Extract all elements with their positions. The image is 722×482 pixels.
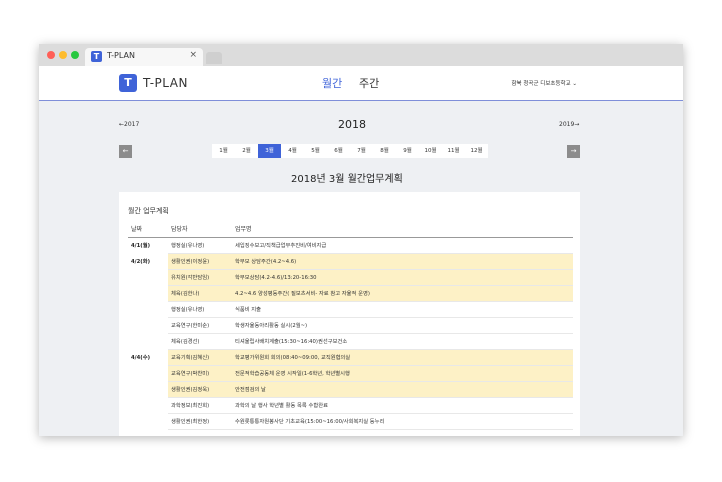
cell-person: 생활인권(최한정) xyxy=(168,413,232,430)
cell-task[interactable]: 수원롯통통자원봉사단 기초교육(15:00~16:00/사회복지실 등누리 xyxy=(232,413,573,430)
browser-titlebar: T T-PLAN × xyxy=(39,44,683,66)
cell-date xyxy=(128,269,168,285)
cell-person: 교육연구(한미순) xyxy=(168,317,232,334)
cell-task[interactable]: 학부모 상담주간(4.2~4.6) xyxy=(232,253,573,270)
table-header-row: 날짜 담당자 업무명 xyxy=(128,221,573,238)
month-button-4[interactable]: 4월 xyxy=(281,144,304,158)
month-button-2[interactable]: 2월 xyxy=(235,144,258,158)
table-row: 과학정보(최진희) 과학의 날 행사 학년별 활동 목록 수합완료 xyxy=(128,397,573,414)
app-header: T T-PLAN 월간 주간 함북 청곡군 디보초등학교 ⌄ xyxy=(39,66,683,101)
tab-close-icon[interactable]: × xyxy=(189,50,197,60)
new-tab-button[interactable] xyxy=(206,52,222,64)
plan-table: 날짜 담당자 업무명 4/1(월) 행정실(유나영) 세입징수보고/직책급업무추진비… xyxy=(128,221,573,430)
app-title[interactable]: T-PLAN xyxy=(143,76,188,90)
cell-task[interactable]: 학생자율동아리활동 실시(2월~) xyxy=(232,317,573,334)
plan-title: 2018년 3월 월간업무계획 xyxy=(291,174,403,185)
cell-task[interactable]: 전문적학습공동체 운영 시작일(1-6학년, 학년별시행 xyxy=(232,365,573,382)
cell-task[interactable]: 학부모상담(4.2-4.6)/13:20-16:30 xyxy=(232,269,573,286)
column-header-person: 담당자 xyxy=(168,221,232,238)
month-button-3[interactable]: 3월 xyxy=(258,144,281,158)
arrow-left-icon: ← xyxy=(122,147,129,155)
column-header-task: 업무명 xyxy=(232,221,573,238)
column-header-date: 날짜 xyxy=(128,221,168,238)
cell-task[interactable]: 식품비 지출 xyxy=(232,301,573,318)
nav-weekly[interactable]: 주간 xyxy=(359,75,379,91)
table-row: 생활인권(김정욱) 안전점검의 날 xyxy=(128,381,573,398)
nav-monthly[interactable]: 월간 xyxy=(322,75,342,91)
cell-person: 체육(김한나) xyxy=(168,285,232,302)
panel-heading: 월간 업무계획 xyxy=(128,207,169,215)
cell-date xyxy=(128,381,168,397)
cell-date: 4/1(월) xyxy=(131,243,151,250)
table-row: 행정실(유나영) 식품비 지출 xyxy=(128,301,573,318)
month-selector: 1월 2월 3월 4월 5월 6월 7월 8월 9월 10월 11월 12월 xyxy=(212,144,488,158)
month-button-5[interactable]: 5월 xyxy=(304,144,327,158)
cell-person: 행정실(유나영) xyxy=(168,301,232,318)
cell-person: 교육기획(김혜신) xyxy=(168,349,232,366)
cell-person: 유치원(각반담임) xyxy=(168,269,232,286)
cell-date: 4/4(수) xyxy=(131,355,151,361)
cell-person: 생활인권(김정욱) xyxy=(168,381,232,398)
year-title: 2018 xyxy=(338,118,366,131)
table-row: 유치원(각반담임) 학부모상담(4.2-4.6)/13:20-16:30 xyxy=(128,269,573,286)
table-row: 체육(김한나) 4.2~4.6 양성평등주간( 질보츠서비- 자료 참고 자율적 … xyxy=(128,285,573,302)
cell-task[interactable]: 안전점검의 날 xyxy=(232,381,573,398)
tplan-favicon-icon: T xyxy=(91,51,102,62)
cell-date xyxy=(128,333,168,349)
cell-person: 생활인권(이정윤) xyxy=(168,253,232,270)
cell-task[interactable]: 4.2~4.6 양성평등주간( 질보츠서비- 자료 참고 자율적 운영) xyxy=(232,285,573,302)
next-month-button[interactable]: → xyxy=(567,145,580,158)
cell-person: 과학정보(최진희) xyxy=(168,397,232,414)
prev-month-button[interactable]: ← xyxy=(119,145,132,158)
cell-date xyxy=(128,397,168,413)
cell-date xyxy=(128,285,168,301)
table-row: 교육연구(박찬미) 전문적학습공동체 운영 시작일(1-6학년, 학년별시행 xyxy=(128,365,573,382)
arrow-right-icon: → xyxy=(570,147,577,155)
main-content: ←2017 2018 2019→ ← 1월 2월 3월 4월 5월 6월 7월 8월 9월 10월… xyxy=(39,102,683,436)
month-button-9[interactable]: 9월 xyxy=(396,144,419,158)
month-button-11[interactable]: 11월 xyxy=(442,144,465,158)
cell-task[interactable]: 과학의 날 행사 학년별 활동 목록 수합완료 xyxy=(232,397,573,414)
school-selector[interactable]: 함북 청곡군 디보초등학교 ⌄ xyxy=(511,79,577,87)
plan-panel: 월간 업무계획 날짜 담당자 업무명 4/1(월) 행정실(유나영) 세입징수보고/… xyxy=(119,192,580,436)
month-button-10[interactable]: 10월 xyxy=(419,144,442,158)
table-row: 4/4(수) 교육기획(김혜신) 학교평가위원회 회의(08:40~09:00, 교… xyxy=(128,349,573,366)
cell-person: 체육(김경선) xyxy=(168,333,232,350)
cell-task[interactable]: 티셔울립사배치계출(15:30~16:40)권선구보건소 xyxy=(232,333,573,350)
table-row: 생활인권(최한정) 수원롯통통자원봉사단 기초교육(15:00~16:00/사회복… xyxy=(128,413,573,430)
table-row: 4/2(화) 생활인권(이정윤) 학부모 상담주간(4.2~4.6) xyxy=(128,253,573,270)
month-button-12[interactable]: 12월 xyxy=(465,144,488,158)
maximize-window-button[interactable] xyxy=(71,51,79,59)
month-button-8[interactable]: 8월 xyxy=(373,144,396,158)
table-row: 체육(김경선) 티셔울립사배치계출(15:30~16:40)권선구보건소 xyxy=(128,333,573,350)
month-button-1[interactable]: 1월 xyxy=(212,144,235,158)
tab-title: T-PLAN xyxy=(107,51,135,60)
cell-date xyxy=(128,301,168,317)
next-year-link[interactable]: 2019→ xyxy=(559,121,579,128)
cell-date xyxy=(128,317,168,333)
month-button-7[interactable]: 7월 xyxy=(350,144,373,158)
cell-task[interactable]: 세입징수보고/직책급업무추진비/여비지급 xyxy=(232,237,573,254)
tplan-logo-icon[interactable]: T xyxy=(119,74,137,92)
month-button-6[interactable]: 6월 xyxy=(327,144,350,158)
prev-year-link[interactable]: ←2017 xyxy=(119,121,139,128)
browser-tab[interactable]: T T-PLAN × xyxy=(85,48,203,66)
close-window-button[interactable] xyxy=(47,51,55,59)
cell-date xyxy=(128,365,168,381)
cell-date: 4/2(화) xyxy=(131,259,151,265)
minimize-window-button[interactable] xyxy=(59,51,67,59)
cell-person: 행정실(유나영) xyxy=(168,237,232,254)
cell-task[interactable]: 학교평가위원회 회의(08:40~09:00, 교직원협의실 xyxy=(232,349,573,366)
table-row: 4/1(월) 행정실(유나영) 세입징수보고/직책급업무추진비/여비지급 xyxy=(128,237,573,254)
cell-date xyxy=(128,413,168,429)
browser-window: T T-PLAN × T T-PLAN 월간 주간 함북 청곡군 디보초등학교 … xyxy=(39,44,683,436)
table-row: 교육연구(한미순) 학생자율동아리활동 실시(2월~) xyxy=(128,317,573,334)
cell-person: 교육연구(박찬미) xyxy=(168,365,232,382)
